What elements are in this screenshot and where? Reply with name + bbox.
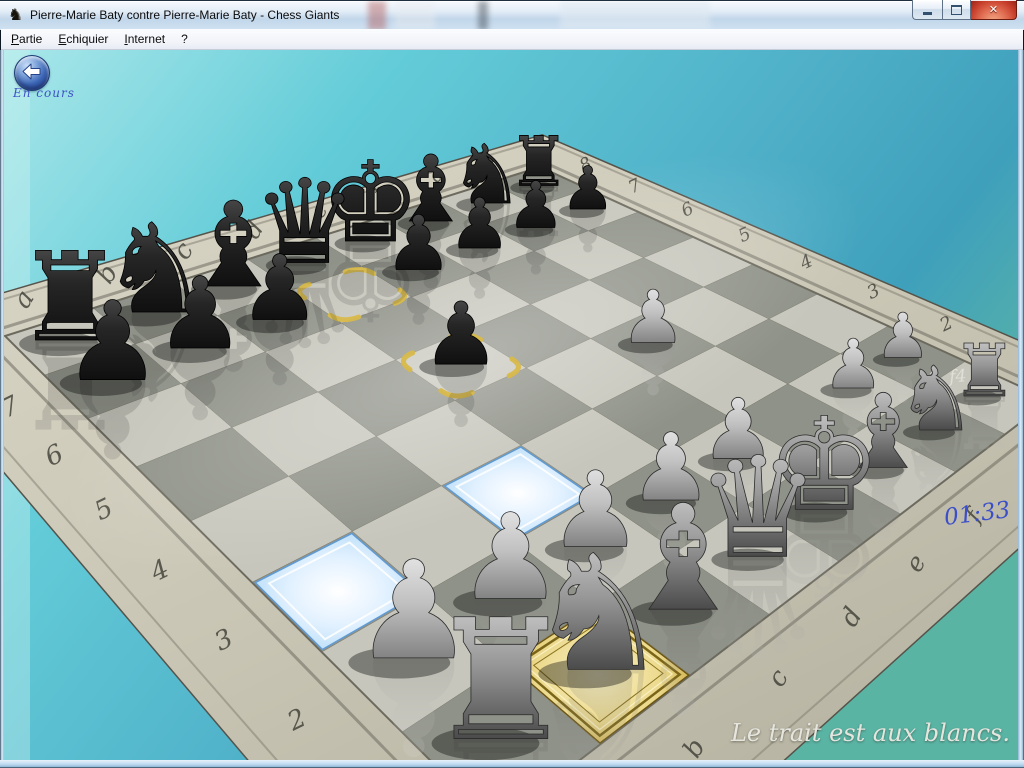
piece-black-pawn-f7[interactable]: ♟ bbox=[448, 184, 510, 265]
close-icon: ✕ bbox=[989, 4, 998, 15]
window-border-right bbox=[1018, 50, 1024, 768]
minimize-button[interactable] bbox=[912, 0, 942, 20]
piece-black-pawn-e7[interactable]: ♟ bbox=[385, 200, 453, 288]
piece-white-rook-a1[interactable]: ♜ bbox=[426, 584, 575, 768]
window-title: Pierre-Marie Baty contre Pierre-Marie Ba… bbox=[30, 8, 339, 22]
maximize-button[interactable] bbox=[942, 0, 971, 20]
minimize-icon bbox=[923, 12, 932, 15]
menu-item-aide[interactable]: ? bbox=[173, 29, 196, 49]
piece-white-pawn-f4[interactable]: ♟ bbox=[620, 275, 686, 360]
piece-black-pawn-d5[interactable]: ♟ bbox=[422, 285, 500, 385]
status-text: Le trait est aux blancs. bbox=[731, 719, 1010, 747]
glass-reflection bbox=[560, 1, 710, 30]
piece-black-pawn-a7[interactable]: ♟ bbox=[63, 277, 161, 405]
window-border-bottom bbox=[0, 760, 1024, 768]
menu-item-partie[interactable]: Partie bbox=[3, 29, 50, 49]
in-progress-link[interactable]: En cours bbox=[13, 86, 75, 100]
piece-black-pawn-b7[interactable]: ♟ bbox=[156, 257, 245, 372]
close-button[interactable]: ✕ bbox=[971, 0, 1017, 20]
piece-black-pawn-c7[interactable]: ♟ bbox=[239, 236, 320, 341]
chess-scene: 1122334455667788aabbccddeeffgghh1. f4 d5… bbox=[0, 0, 1024, 768]
menu-item-internet[interactable]: Internet bbox=[116, 29, 173, 49]
menubar: PartieEchiquierInternet? bbox=[1, 29, 1023, 50]
maximize-icon bbox=[951, 5, 962, 15]
glass-reflection bbox=[478, 1, 488, 30]
glass-reflection bbox=[395, 1, 435, 30]
glass-reflection bbox=[368, 1, 386, 30]
app-icon-chess-knight: ♞ bbox=[8, 6, 22, 24]
piece-black-pawn-h7[interactable]: ♟ bbox=[561, 155, 614, 224]
piece-black-pawn-g7[interactable]: ♟ bbox=[507, 169, 565, 244]
back-arrow-icon bbox=[20, 62, 44, 84]
window-border-left bbox=[0, 50, 4, 768]
window-titlebar[interactable]: ♞ Pierre-Marie Baty contre Pierre-Marie … bbox=[0, 0, 1024, 30]
menu-item-echiquier[interactable]: Echiquier bbox=[50, 29, 116, 49]
